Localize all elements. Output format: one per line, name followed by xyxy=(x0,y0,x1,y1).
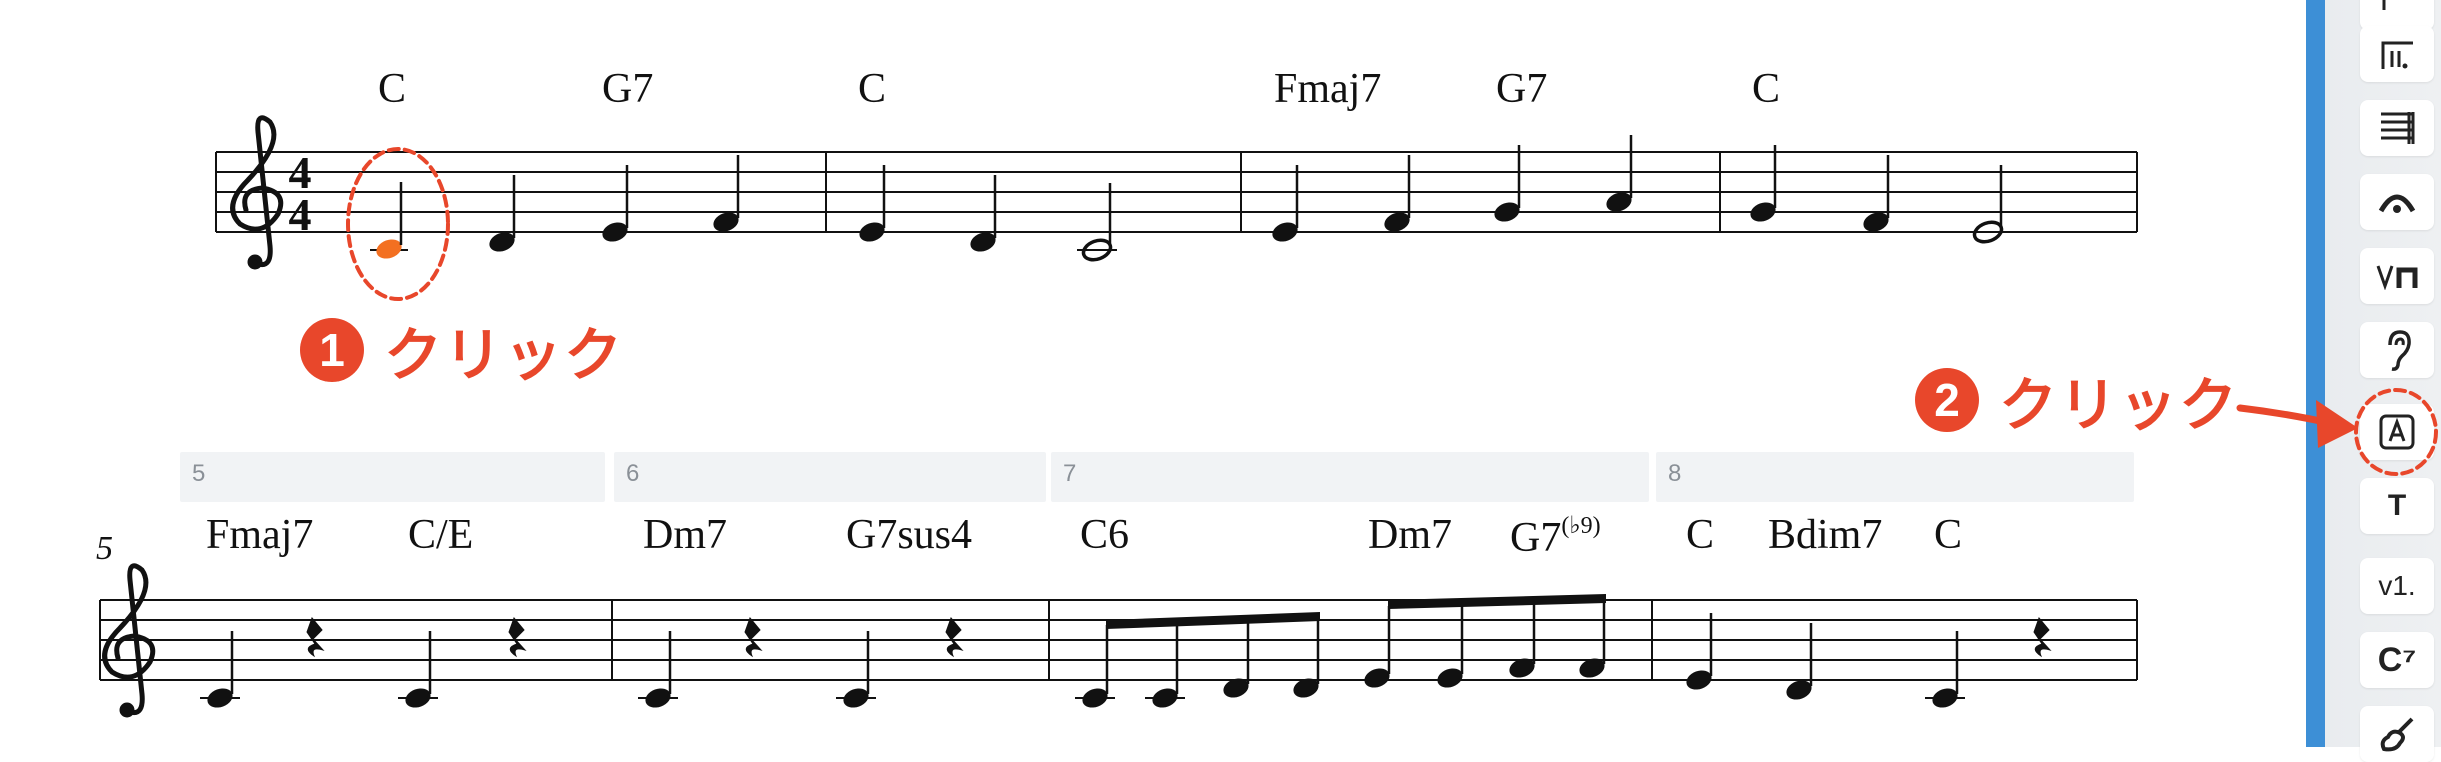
note[interactable] xyxy=(968,175,999,255)
note[interactable] xyxy=(1684,613,1715,693)
chord-root: G7 xyxy=(1510,515,1562,561)
note-selected[interactable] xyxy=(370,182,408,262)
quarter-rest[interactable] xyxy=(2033,617,2051,657)
staff-system-1 xyxy=(215,151,2138,233)
note[interactable] xyxy=(1604,135,1635,215)
step-number-badge: 1 xyxy=(300,318,364,382)
staff-system-2 xyxy=(99,599,2138,681)
chord-symbol[interactable]: C xyxy=(858,68,886,110)
step-number-badge: 2 xyxy=(1915,368,1979,432)
chord-tool-label: C⁷ xyxy=(2377,640,2417,679)
measure-header[interactable]: 7 xyxy=(1051,452,1649,502)
chord-symbol[interactable]: Dm7 xyxy=(643,514,727,556)
chord-symbol[interactable]: C xyxy=(1752,68,1780,110)
text-tool-label: T xyxy=(2387,489,2407,522)
system-measure-number: 5 xyxy=(96,530,113,567)
bowing-icon[interactable] xyxy=(2360,248,2434,304)
measure-header[interactable]: 5 xyxy=(180,452,605,502)
quarter-rest[interactable] xyxy=(744,617,762,657)
measure-number: 8 xyxy=(1668,460,1682,487)
quarter-rest[interactable] xyxy=(945,617,963,657)
annotation-text: クリック xyxy=(1999,373,2240,438)
chord-symbol[interactable]: G7(♭9) xyxy=(1510,514,1601,559)
chord-symbol[interactable]: Dm7 xyxy=(1368,514,1452,556)
chord-symbol[interactable]: G7sus4 xyxy=(846,514,972,556)
volta-tool-label: v1. xyxy=(2378,570,2416,601)
note-half[interactable] xyxy=(1972,165,2004,245)
volta-icon[interactable]: v1. xyxy=(2360,558,2434,614)
note[interactable] xyxy=(638,631,678,711)
note[interactable] xyxy=(200,631,240,711)
measure-number: 7 xyxy=(1063,460,1077,487)
quarter-rest[interactable] xyxy=(508,617,526,657)
annotation-step-2: 2 クリック xyxy=(1915,358,2239,442)
note[interactable] xyxy=(1270,165,1301,245)
text-icon[interactable]: T xyxy=(2360,478,2434,534)
note-half[interactable] xyxy=(1077,183,1117,263)
note[interactable] xyxy=(1492,145,1523,225)
chord-symbol[interactable]: G7 xyxy=(1496,68,1547,110)
time-signature-bottom: 4 xyxy=(289,189,312,240)
note[interactable] xyxy=(711,155,742,235)
note[interactable] xyxy=(600,165,631,245)
chord-extension: (♭9) xyxy=(1561,513,1601,539)
note[interactable] xyxy=(836,631,876,711)
note[interactable] xyxy=(1382,155,1413,235)
ear-icon[interactable] xyxy=(2360,322,2434,378)
guitar-icon[interactable] xyxy=(2360,706,2434,762)
note[interactable] xyxy=(487,175,518,255)
note[interactable] xyxy=(1748,145,1779,225)
measure-header[interactable]: 6 xyxy=(614,452,1046,502)
quarter-rest[interactable] xyxy=(306,617,324,657)
chord-symbol[interactable]: Bdim7 xyxy=(1768,514,1882,556)
notes-system-1[interactable] xyxy=(370,135,2004,263)
chord-symbol-icon[interactable]: C⁷ xyxy=(2360,632,2434,688)
chord-symbol[interactable]: C/E xyxy=(408,514,473,556)
eighth-note-group-2[interactable] xyxy=(1362,594,1608,691)
chord-symbol[interactable]: Fmaj7 xyxy=(206,514,313,556)
annotation-text: クリック xyxy=(384,323,625,388)
volta-bracket-icon[interactable] xyxy=(2360,26,2434,82)
chord-symbol[interactable]: C xyxy=(1686,514,1714,556)
rehearsal-mark-icon[interactable] xyxy=(2360,404,2434,460)
chord-symbol[interactable]: G7 xyxy=(602,68,653,110)
multi-rest-icon[interactable] xyxy=(2360,100,2434,156)
note[interactable] xyxy=(857,165,888,245)
chord-symbol[interactable]: C xyxy=(1934,514,1962,556)
annotation-step-1: 1 クリック xyxy=(300,308,624,392)
chord-symbol[interactable]: Fmaj7 xyxy=(1274,68,1381,110)
measure-header[interactable]: 8 xyxy=(1656,452,2134,502)
note[interactable] xyxy=(1925,631,1965,711)
measure-number: 6 xyxy=(626,460,640,487)
chord-symbol[interactable]: C6 xyxy=(1080,514,1129,556)
note[interactable] xyxy=(398,631,438,711)
note[interactable] xyxy=(1784,623,1815,703)
chord-symbol[interactable]: C xyxy=(378,68,406,110)
notes-system-2[interactable] xyxy=(200,594,2051,711)
note[interactable] xyxy=(1861,155,1892,235)
eighth-note-group-1[interactable] xyxy=(1075,612,1321,711)
measure-number: 5 xyxy=(192,460,206,487)
fermata-icon[interactable] xyxy=(2360,174,2434,230)
